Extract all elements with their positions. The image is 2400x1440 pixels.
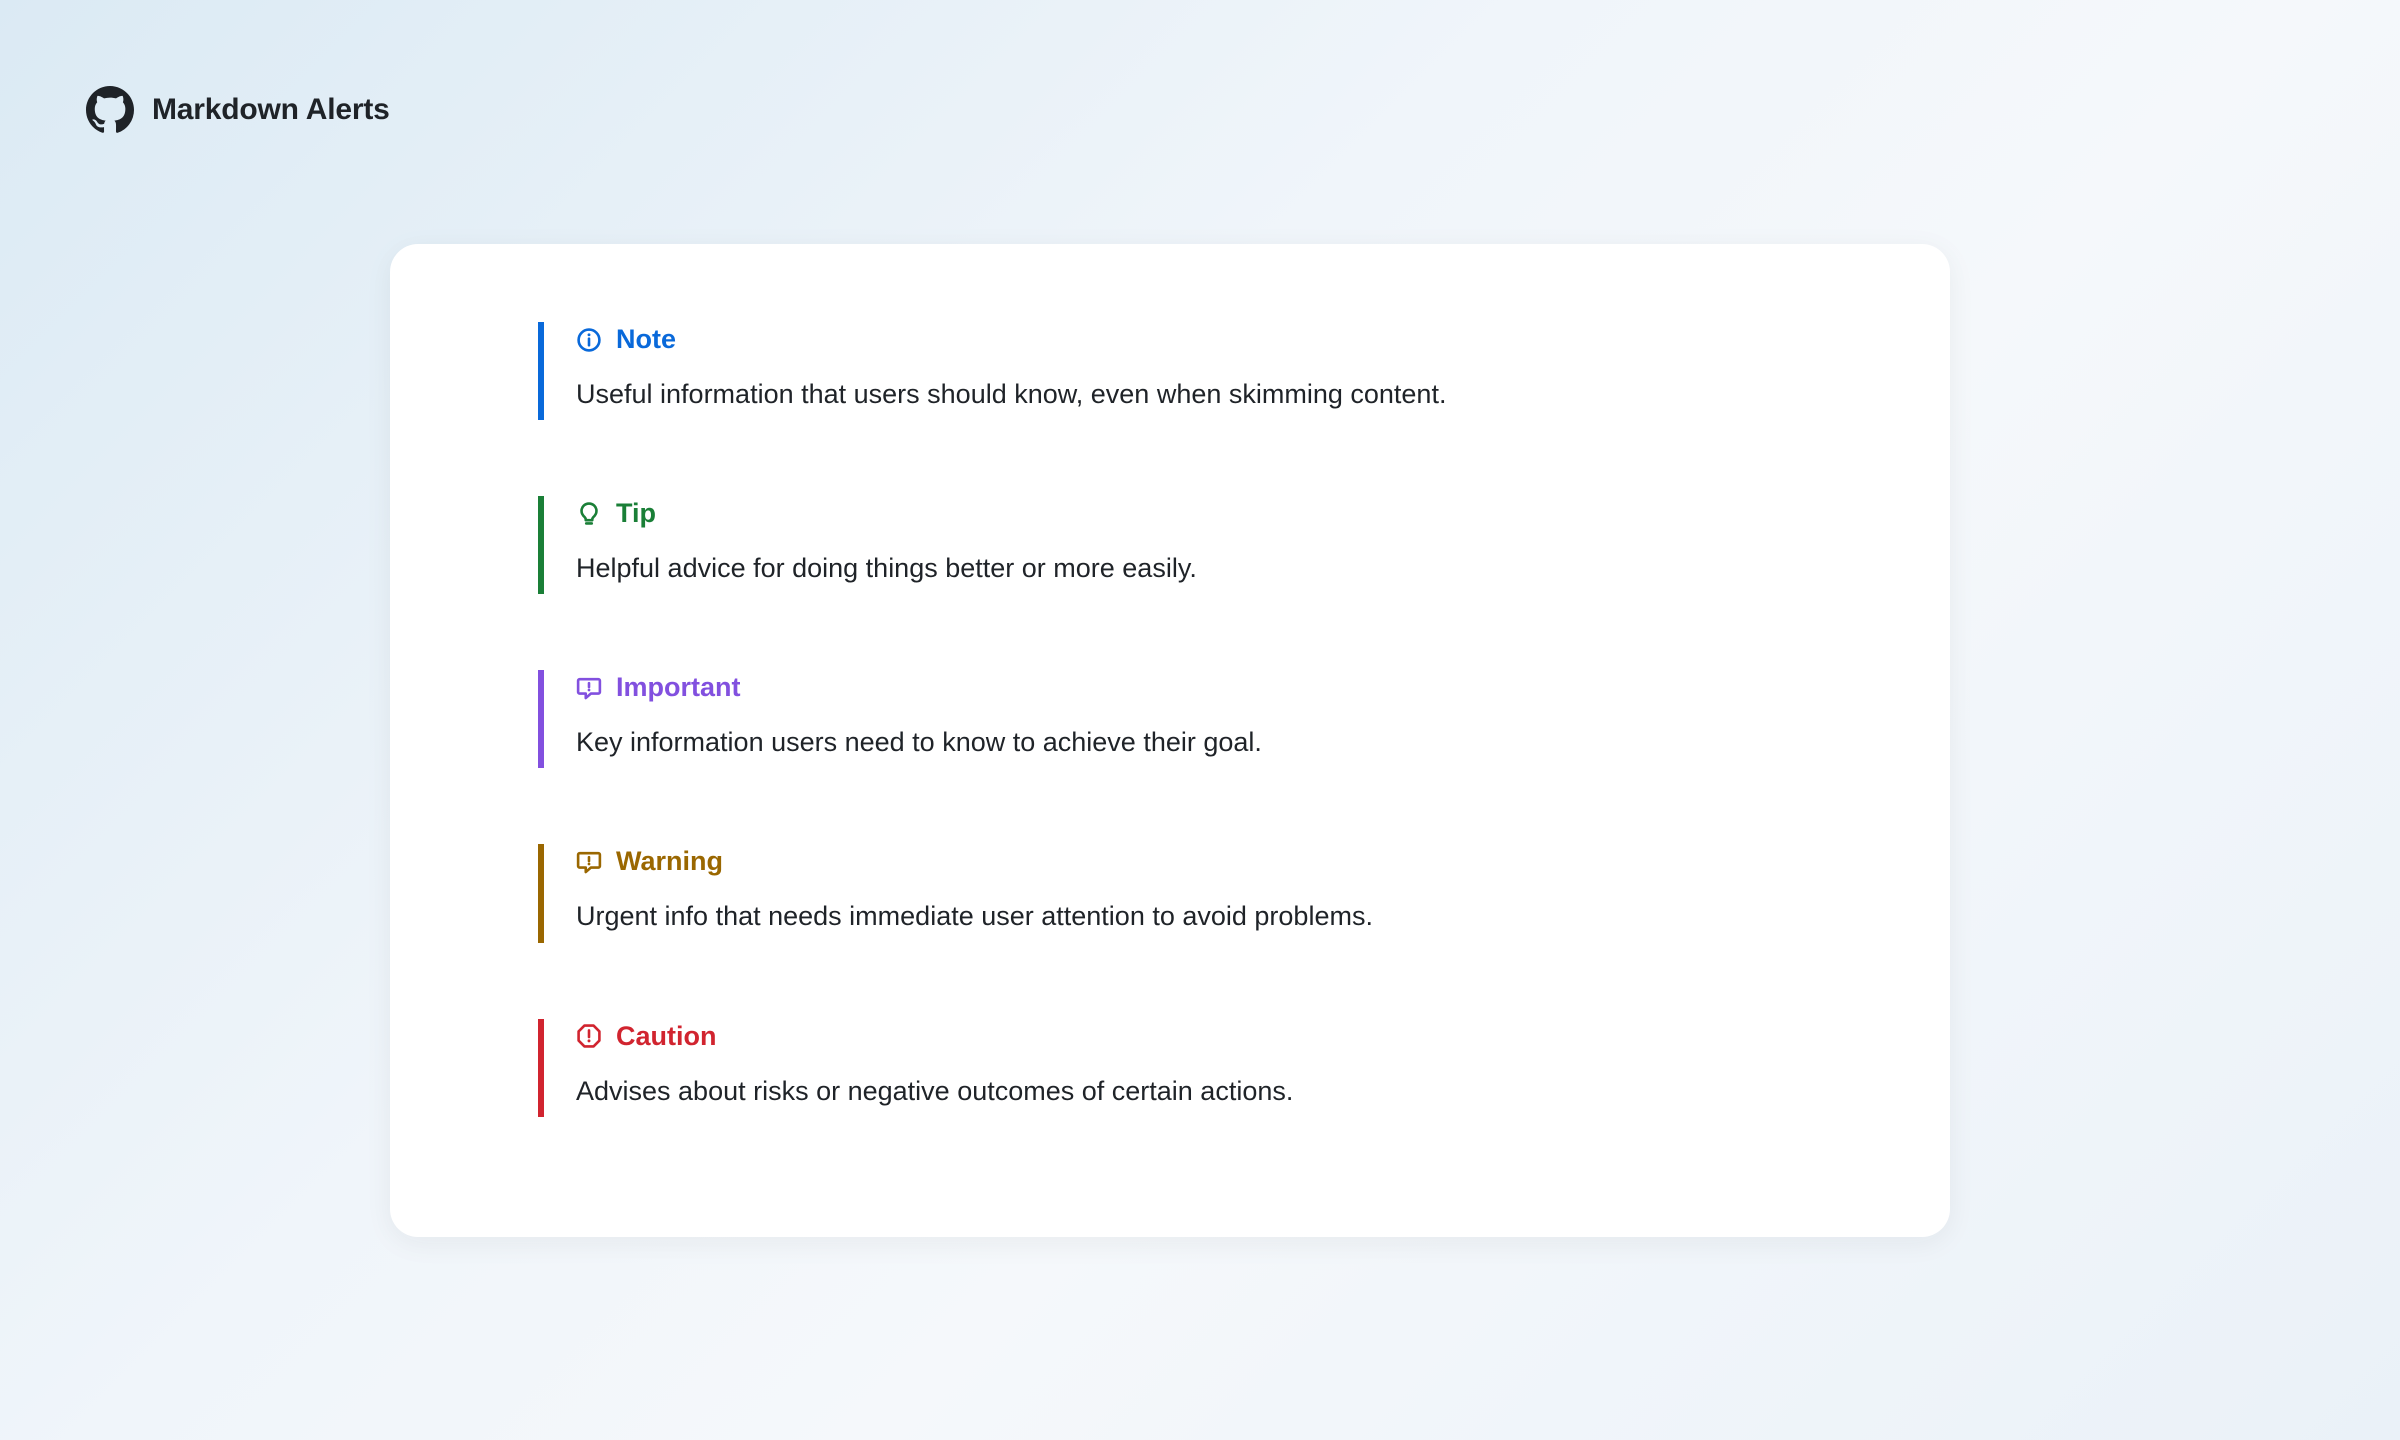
alert-important-header: Important [576,674,1802,701]
alert-note: Note Useful information that users shoul… [538,322,1802,420]
comment-alert-icon [576,675,602,701]
alert-warning: Warning Urgent info that needs immediate… [538,844,1802,942]
alert-warning-header: Warning [576,848,1802,875]
alert-note-body: Useful information that users should kno… [576,375,1802,414]
alert-caution: Caution Advises about risks or negative … [538,1019,1802,1117]
alert-tip-header: Tip [576,500,1802,527]
alert-important: Important Key information users need to … [538,670,1802,768]
lightbulb-icon [576,501,602,527]
alert-note-title: Note [616,326,676,353]
alert-tip: Tip Helpful advice for doing things bett… [538,496,1802,594]
alert-warning-title: Warning [616,848,723,875]
alert-warning-body: Urgent info that needs immediate user at… [576,897,1802,936]
alert-caution-header: Caution [576,1023,1802,1050]
alert-important-title: Important [616,674,741,701]
page-header: Markdown Alerts [86,86,390,134]
page-title: Markdown Alerts [152,93,390,127]
alert-tip-title: Tip [616,500,656,527]
alert-caution-body: Advises about risks or negative outcomes… [576,1072,1802,1111]
alert-note-header: Note [576,326,1802,353]
alert-tip-body: Helpful advice for doing things better o… [576,549,1802,588]
alert-important-body: Key information users need to know to ac… [576,723,1802,762]
alert-caution-title: Caution [616,1023,717,1050]
info-icon [576,327,602,353]
alerts-card: Note Useful information that users shoul… [390,244,1950,1237]
comment-alert-icon [576,849,602,875]
github-logo-icon [86,86,134,134]
stop-icon [576,1023,602,1049]
